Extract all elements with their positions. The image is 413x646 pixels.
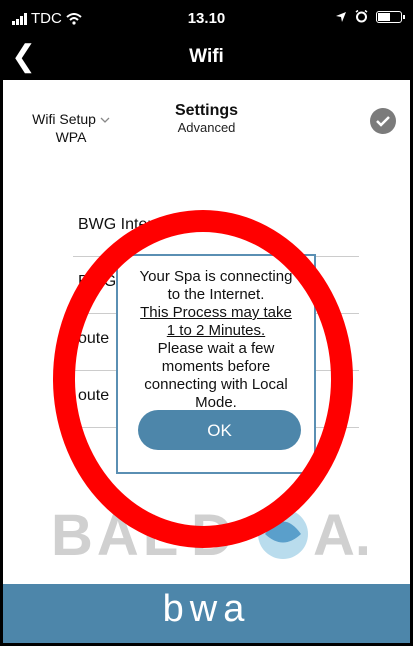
dialog-line: to the Internet. bbox=[167, 286, 265, 303]
dialog-line: 1 to 2 Minutes. bbox=[166, 322, 266, 339]
settings-tab[interactable]: Settings Advanced bbox=[3, 102, 410, 135]
battery-icon bbox=[376, 10, 405, 23]
location-arrow-icon bbox=[336, 11, 346, 22]
alarm-icon bbox=[355, 10, 368, 23]
balboa-logo: BAL D A. bbox=[51, 501, 381, 568]
dialog-line: Please wait a few bbox=[157, 340, 275, 357]
settings-subtitle: Advanced bbox=[177, 120, 236, 135]
dialog-line: moments before bbox=[161, 358, 271, 375]
battery-fill bbox=[378, 12, 390, 21]
network-row[interactable]: BWG Intern bbox=[73, 200, 359, 257]
network-label: oute bbox=[78, 330, 110, 347]
dialog-line: This Process may take bbox=[140, 304, 292, 321]
dialog-line: Your Spa is connecting bbox=[139, 268, 293, 285]
nav-title: Wifi bbox=[189, 46, 224, 67]
phone-frame: TDC 13.10 ❮ Wifi Wifi Setup WPA Settings… bbox=[0, 0, 413, 646]
network-label: BWG Intern bbox=[78, 216, 162, 233]
network-label: oute bbox=[78, 387, 110, 404]
svg-text:A.: A. bbox=[313, 503, 371, 563]
svg-text:BAL: BAL bbox=[51, 503, 182, 563]
status-bar: TDC 13.10 bbox=[3, 3, 410, 35]
ok-button[interactable]: OK bbox=[138, 410, 301, 450]
dialog-message: Your Spa is connecting to the Internet. … bbox=[118, 256, 314, 412]
dialog-line: connecting with Local bbox=[144, 376, 288, 393]
svg-text:D: D bbox=[191, 503, 233, 563]
setup-bar: Wifi Setup WPA Settings Advanced bbox=[3, 80, 410, 160]
settings-title: Settings bbox=[174, 102, 239, 119]
nav-bar: ❮ Wifi bbox=[3, 35, 410, 80]
network-label: BWG bbox=[78, 273, 117, 290]
checkmark-circle-icon[interactable] bbox=[370, 108, 396, 134]
footer-bar: bwa bbox=[3, 584, 410, 643]
status-right bbox=[335, 10, 405, 23]
connecting-dialog: Your Spa is connecting to the Internet. … bbox=[116, 254, 316, 474]
balboa-logo-graphic: BAL D A. bbox=[51, 503, 371, 568]
bwa-brand-logo: bwa bbox=[162, 588, 251, 630]
